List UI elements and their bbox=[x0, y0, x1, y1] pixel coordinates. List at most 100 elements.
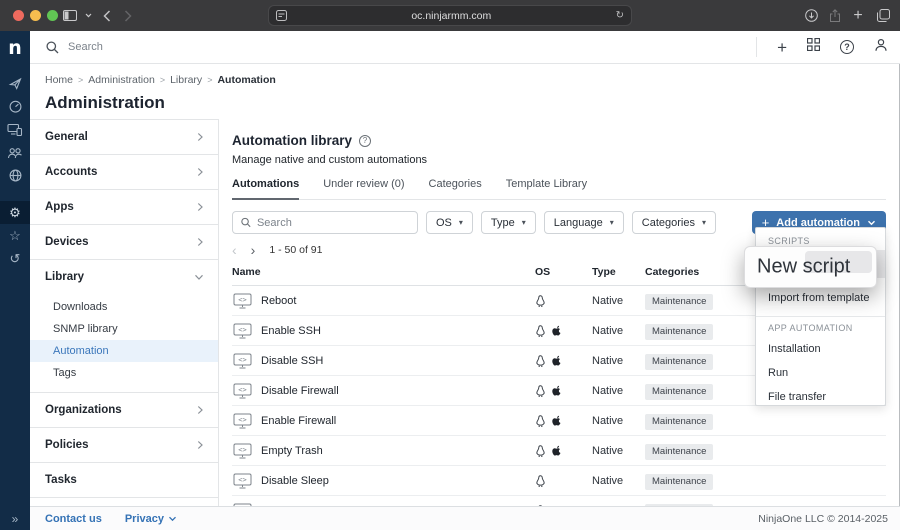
favorites-icon[interactable]: ☆ bbox=[0, 224, 30, 247]
table-row[interactable]: <> Empty Trash Native Maintenance bbox=[232, 436, 886, 466]
linux-icon bbox=[535, 445, 546, 457]
nav-item-apps[interactable]: Apps bbox=[30, 189, 218, 224]
svg-text:<>: <> bbox=[238, 326, 246, 334]
nav-item-organizations[interactable]: Organizations bbox=[30, 392, 218, 427]
library-subnav: Downloads SNMP library Automation Tags bbox=[30, 294, 218, 392]
new-tab-icon[interactable]: + bbox=[849, 0, 867, 31]
chevron-down-icon bbox=[194, 273, 204, 281]
header-divider bbox=[756, 37, 757, 57]
reload-icon[interactable]: ↻ bbox=[616, 10, 624, 21]
filter-type[interactable]: Type ▾ bbox=[481, 211, 536, 234]
automation-name: Enable Firewall bbox=[261, 415, 336, 427]
tab-categories[interactable]: Categories bbox=[429, 178, 482, 199]
chevron-right-icon bbox=[196, 202, 204, 212]
nav-item-library[interactable]: Library bbox=[30, 259, 218, 294]
nav-item-policies[interactable]: Policies bbox=[30, 427, 218, 462]
chevron-right-icon bbox=[196, 132, 204, 142]
menu-item-file-transfer[interactable]: File transfer bbox=[756, 385, 885, 409]
svg-text:<>: <> bbox=[238, 446, 246, 454]
copyright-text: NinjaOne LLC © 2014-2025 bbox=[758, 513, 888, 525]
menu-item-import-from-template[interactable]: Import from template bbox=[756, 286, 885, 310]
downloads-icon[interactable] bbox=[802, 0, 820, 31]
dashboard-icon[interactable] bbox=[0, 95, 30, 118]
chevron-right-icon bbox=[196, 237, 204, 247]
contact-us-link[interactable]: Contact us bbox=[45, 513, 102, 525]
svg-text:<>: <> bbox=[238, 386, 246, 394]
back-icon[interactable] bbox=[99, 0, 115, 31]
automation-type: Native bbox=[592, 475, 645, 487]
nav-item-automation[interactable]: Automation bbox=[30, 340, 218, 362]
table-row[interactable]: <> Enable Firewall Native Maintenance bbox=[232, 406, 886, 436]
chevron-down-icon bbox=[867, 220, 876, 226]
apple-icon bbox=[551, 414, 562, 427]
privacy-link[interactable]: Privacy bbox=[125, 513, 177, 525]
pagination-range: 1 - 50 of 91 bbox=[269, 244, 322, 256]
ninjaone-logo[interactable]: n bbox=[0, 31, 30, 64]
filter-os[interactable]: OS ▾ bbox=[426, 211, 473, 234]
menu-section-scripts: SCRIPTS bbox=[756, 236, 885, 246]
sidebar-toggle-icon[interactable] bbox=[60, 0, 80, 31]
getting-started-icon[interactable] bbox=[0, 72, 30, 95]
page-settings-icon[interactable] bbox=[276, 10, 287, 21]
nav-item-accounts[interactable]: Accounts bbox=[30, 154, 218, 189]
remote-support-icon[interactable] bbox=[0, 164, 30, 187]
nav-item-tasks[interactable]: Tasks bbox=[30, 462, 218, 497]
nav-item-snmp-library[interactable]: SNMP library bbox=[30, 318, 218, 340]
user-account-icon[interactable] bbox=[874, 38, 888, 57]
table-search-input[interactable] bbox=[257, 217, 409, 229]
address-bar[interactable]: oc.ninjarmm.com ↻ bbox=[268, 5, 632, 26]
footer: Contact us Privacy NinjaOne LLC © 2014-2… bbox=[30, 506, 900, 530]
global-search[interactable]: Search bbox=[46, 31, 103, 63]
window-minimize-button[interactable] bbox=[30, 10, 41, 21]
breadcrumb-administration[interactable]: Administration bbox=[88, 74, 155, 86]
end-users-icon[interactable] bbox=[0, 141, 30, 164]
automation-type: Native bbox=[592, 385, 645, 397]
table-row[interactable]: <> Disable Sleep Native Maintenance bbox=[232, 466, 886, 496]
rail-expand-icon[interactable]: » bbox=[0, 512, 30, 526]
administration-icon[interactable]: ⚙ bbox=[0, 201, 30, 224]
quick-add-icon[interactable]: + bbox=[777, 39, 787, 56]
linux-icon bbox=[535, 385, 546, 397]
nav-item-general[interactable]: General bbox=[30, 119, 218, 154]
next-page-icon[interactable]: › bbox=[251, 243, 256, 257]
devices-icon[interactable] bbox=[0, 118, 30, 141]
url-text: oc.ninjarmm.com bbox=[287, 10, 616, 22]
magnified-new-script-label[interactable]: New script bbox=[757, 256, 850, 279]
search-icon bbox=[46, 41, 59, 54]
chevron-down-icon bbox=[168, 516, 177, 522]
window-zoom-button[interactable] bbox=[47, 10, 58, 21]
menu-item-run[interactable]: Run bbox=[756, 361, 885, 385]
nav-item-tags[interactable]: Tags bbox=[30, 362, 218, 384]
tab-overview-icon[interactable] bbox=[874, 0, 892, 31]
breadcrumb-home[interactable]: Home bbox=[45, 74, 73, 86]
tab-template-library[interactable]: Template Library bbox=[506, 178, 587, 199]
linux-icon bbox=[535, 295, 546, 307]
filter-categories[interactable]: Categories ▾ bbox=[632, 211, 716, 234]
automation-name: Disable Sleep bbox=[261, 475, 329, 487]
forward-icon[interactable] bbox=[120, 0, 136, 31]
sidebar-chevron-icon[interactable] bbox=[82, 0, 94, 31]
nav-item-devices[interactable]: Devices bbox=[30, 224, 218, 259]
caret-down-icon: ▾ bbox=[522, 218, 526, 227]
tab-under-review[interactable]: Under review (0) bbox=[323, 178, 404, 199]
help-info-icon[interactable]: ? bbox=[359, 135, 371, 147]
section-subheading: Manage native and custom automations bbox=[232, 154, 886, 166]
share-icon[interactable] bbox=[826, 0, 844, 31]
menu-item-installation[interactable]: Installation bbox=[756, 337, 885, 361]
category-badge: Maintenance bbox=[645, 354, 713, 370]
table-search[interactable] bbox=[232, 211, 418, 234]
linux-icon bbox=[535, 325, 546, 337]
history-icon[interactable]: ↺ bbox=[0, 247, 30, 270]
page-title: Administration bbox=[45, 93, 165, 113]
apps-grid-icon[interactable] bbox=[807, 38, 820, 56]
linux-icon bbox=[535, 415, 546, 427]
window-close-button[interactable] bbox=[13, 10, 24, 21]
breadcrumb-library[interactable]: Library bbox=[170, 74, 202, 86]
search-icon bbox=[241, 217, 251, 228]
prev-page-icon[interactable]: ‹ bbox=[232, 243, 237, 257]
script-icon: <> bbox=[233, 353, 252, 369]
help-icon[interactable]: ? bbox=[840, 40, 854, 54]
filter-language[interactable]: Language ▾ bbox=[544, 211, 624, 234]
tab-automations[interactable]: Automations bbox=[232, 178, 299, 200]
nav-item-downloads[interactable]: Downloads bbox=[30, 296, 218, 318]
